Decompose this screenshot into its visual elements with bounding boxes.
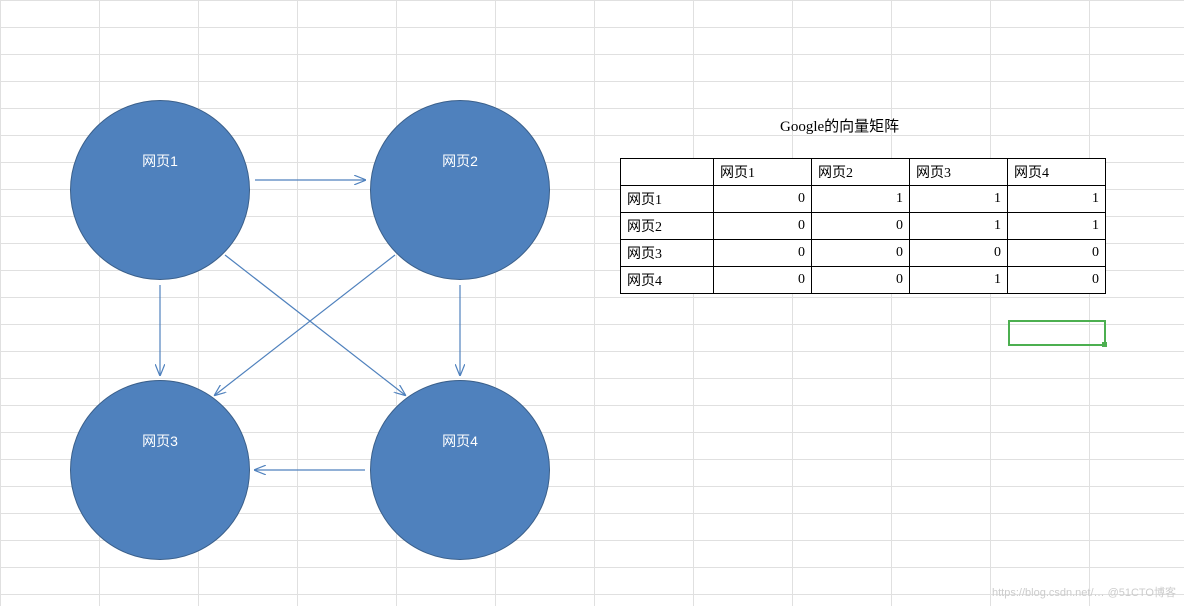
graph-node-3: 网页3 <box>70 380 250 560</box>
col-header: 网页1 <box>714 159 812 186</box>
matrix-cell: 1 <box>812 186 910 213</box>
col-header: 网页2 <box>812 159 910 186</box>
graph-node-4: 网页4 <box>370 380 550 560</box>
matrix-cell: 0 <box>714 186 812 213</box>
table-row: 网页4 0 0 1 0 <box>621 267 1106 294</box>
matrix-cell: 0 <box>714 267 812 294</box>
table-row: 网页2 0 0 1 1 <box>621 213 1106 240</box>
col-header: 网页3 <box>910 159 1008 186</box>
matrix-cell: 0 <box>1008 267 1106 294</box>
graph-node-1: 网页1 <box>70 100 250 280</box>
graph-node-label: 网页1 <box>142 151 178 171</box>
table-row: 网页1 0 1 1 1 <box>621 186 1106 213</box>
matrix-cell: 1 <box>1008 186 1106 213</box>
matrix-cell: 1 <box>910 213 1008 240</box>
row-header: 网页2 <box>621 213 714 240</box>
adjacency-matrix-table: 网页1 网页2 网页3 网页4 网页1 0 1 1 1 网页2 0 0 1 1 … <box>620 158 1106 294</box>
table-row: 网页3 0 0 0 0 <box>621 240 1106 267</box>
graph-node-2: 网页2 <box>370 100 550 280</box>
row-header: 网页1 <box>621 186 714 213</box>
matrix-cell: 0 <box>714 240 812 267</box>
row-header: 网页4 <box>621 267 714 294</box>
watermark-text: https://blog.csdn.net/… @51CTO博客 <box>992 584 1176 600</box>
table-title: Google的向量矩阵 <box>780 115 899 136</box>
matrix-cell: 0 <box>714 213 812 240</box>
table-corner-cell <box>621 159 714 186</box>
graph-node-label: 网页4 <box>442 431 478 451</box>
matrix-cell: 1 <box>1008 213 1106 240</box>
matrix-cell: 0 <box>812 213 910 240</box>
table-header-row: 网页1 网页2 网页3 网页4 <box>621 159 1106 186</box>
matrix-cell: 0 <box>910 240 1008 267</box>
active-cell-selection[interactable] <box>1008 320 1106 346</box>
col-header: 网页4 <box>1008 159 1106 186</box>
matrix-cell: 0 <box>812 240 910 267</box>
matrix-cell: 1 <box>910 267 1008 294</box>
row-header: 网页3 <box>621 240 714 267</box>
graph-node-label: 网页2 <box>442 151 478 171</box>
graph-node-label: 网页3 <box>142 431 178 451</box>
matrix-cell: 0 <box>1008 240 1106 267</box>
matrix-cell: 0 <box>812 267 910 294</box>
matrix-cell: 1 <box>910 186 1008 213</box>
